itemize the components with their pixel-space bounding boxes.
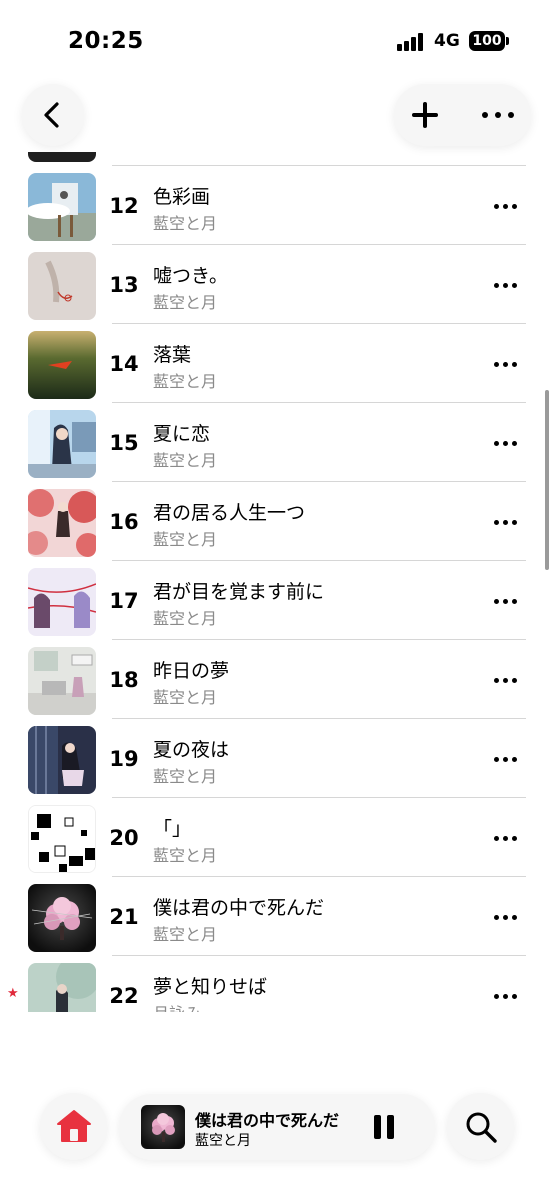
track-title: 夢と知りせば bbox=[153, 976, 268, 998]
header-actions bbox=[394, 84, 531, 146]
track-more-icon[interactable] bbox=[494, 362, 518, 368]
track-number: 15 bbox=[109, 431, 139, 455]
album-art bbox=[28, 331, 96, 399]
track-title: 色彩画 bbox=[153, 186, 211, 208]
album-art bbox=[28, 489, 96, 557]
album-art bbox=[28, 173, 96, 241]
chevron-left-icon bbox=[44, 102, 59, 128]
track-title: 君の居る人生一つ bbox=[153, 502, 306, 524]
track-row[interactable]: 17 君が目を覚ます前に 藍空と月 bbox=[0, 561, 554, 640]
plus-icon[interactable] bbox=[410, 100, 440, 130]
now-playing-art bbox=[141, 1105, 185, 1149]
track-artist: 藍空と月 bbox=[153, 846, 218, 865]
album-art bbox=[28, 252, 96, 320]
track-title: 僕は君の中で死んだ bbox=[153, 897, 325, 919]
track-artist: 藍空と月 bbox=[153, 688, 218, 707]
track-artist: 藍空と月 bbox=[153, 925, 218, 944]
album-art-previous bbox=[28, 152, 96, 162]
track-number: 19 bbox=[109, 747, 139, 771]
track-artist: 藍空と月 bbox=[153, 451, 218, 470]
track-number: 12 bbox=[109, 194, 139, 218]
track-more-icon[interactable] bbox=[494, 204, 518, 210]
track-number: 13 bbox=[109, 273, 139, 297]
search-button[interactable] bbox=[447, 1093, 514, 1160]
track-number: 18 bbox=[109, 668, 139, 692]
track-artist: 藍空と月 bbox=[153, 372, 218, 391]
album-art bbox=[28, 884, 96, 952]
track-number: 22 bbox=[109, 984, 139, 1008]
track-row[interactable]: 20 「」 藍空と月 bbox=[0, 798, 554, 877]
album-art bbox=[28, 568, 96, 636]
track-more-icon[interactable] bbox=[494, 757, 518, 763]
track-row[interactable]: 19 夏の夜は 藍空と月 bbox=[0, 719, 554, 798]
status-time: 20:25 bbox=[68, 28, 144, 54]
track-title: 落葉 bbox=[153, 344, 192, 366]
album-art bbox=[28, 726, 96, 794]
track-artist: 藍空と月 bbox=[153, 530, 218, 549]
track-more-icon[interactable] bbox=[494, 994, 518, 1000]
album-art bbox=[28, 410, 96, 478]
track-title: 夏の夜は bbox=[153, 739, 230, 761]
track-more-icon[interactable] bbox=[494, 678, 518, 684]
track-more-icon[interactable] bbox=[494, 283, 518, 289]
track-number: 14 bbox=[109, 352, 139, 376]
track-list: 12 色彩画 藍空と月 13 嘘つき。 藍空と月 14 落葉 藍空と月 15 夏… bbox=[0, 166, 554, 1012]
back-button[interactable] bbox=[22, 84, 84, 146]
track-title: 「」 bbox=[153, 818, 192, 840]
track-title: 昨日の夢 bbox=[153, 660, 230, 682]
ellipsis-icon[interactable] bbox=[482, 112, 514, 118]
track-row[interactable]: 12 色彩画 藍空と月 bbox=[0, 166, 554, 245]
track-artist: 藍空と月 bbox=[153, 609, 218, 628]
track-title: 嘘つき。 bbox=[153, 265, 229, 287]
track-artist: 藍空と月 bbox=[153, 293, 218, 312]
status-bar: 20:25 4G 100 bbox=[0, 0, 554, 80]
album-art bbox=[28, 647, 96, 715]
track-more-icon[interactable] bbox=[494, 599, 518, 605]
track-number: 20 bbox=[109, 826, 139, 850]
network-type: 4G bbox=[434, 31, 460, 51]
battery-nub bbox=[506, 37, 509, 45]
search-icon bbox=[466, 1112, 497, 1143]
track-row[interactable]: 16 君の居る人生一つ 藍空と月 bbox=[0, 482, 554, 561]
track-more-icon[interactable] bbox=[494, 836, 518, 842]
track-number: 21 bbox=[109, 905, 139, 929]
track-more-icon[interactable] bbox=[494, 441, 518, 447]
track-title: 君が目を覚ます前に bbox=[153, 581, 325, 603]
battery-icon: 100 bbox=[469, 31, 505, 51]
track-row[interactable]: 14 落葉 藍空と月 bbox=[0, 324, 554, 403]
track-number: 16 bbox=[109, 510, 139, 534]
track-row[interactable]: 13 嘘つき。 藍空と月 bbox=[0, 245, 554, 324]
track-row[interactable]: ★ 22 夢と知りせば 月詠み bbox=[0, 956, 554, 1012]
pause-icon[interactable] bbox=[374, 1115, 396, 1139]
track-artist: 藍空と月 bbox=[153, 767, 218, 786]
track-more-icon[interactable] bbox=[494, 915, 518, 921]
track-artist: 月詠み bbox=[153, 1000, 201, 1012]
track-row[interactable]: 18 昨日の夢 藍空と月 bbox=[0, 640, 554, 719]
cellular-signal-icon bbox=[397, 33, 427, 51]
now-playing-bar[interactable]: 僕は君の中で死んだ 藍空と月 bbox=[119, 1094, 435, 1160]
favorite-star-icon: ★ bbox=[7, 986, 19, 1001]
track-number: 17 bbox=[109, 589, 139, 613]
now-playing-artist: 藍空と月 bbox=[195, 1133, 251, 1149]
track-row[interactable]: 15 夏に恋 藍空と月 bbox=[0, 403, 554, 482]
track-more-icon[interactable] bbox=[494, 520, 518, 526]
home-button[interactable] bbox=[40, 1093, 107, 1160]
now-playing-title: 僕は君の中で死んだ bbox=[195, 1111, 340, 1130]
album-art bbox=[28, 963, 96, 1012]
album-art bbox=[28, 805, 96, 873]
track-artist: 藍空と月 bbox=[153, 214, 218, 233]
scrollbar[interactable] bbox=[545, 390, 549, 570]
home-icon bbox=[57, 1110, 91, 1142]
track-title: 夏に恋 bbox=[153, 423, 211, 445]
track-row[interactable]: 21 僕は君の中で死んだ 藍空と月 bbox=[0, 877, 554, 956]
